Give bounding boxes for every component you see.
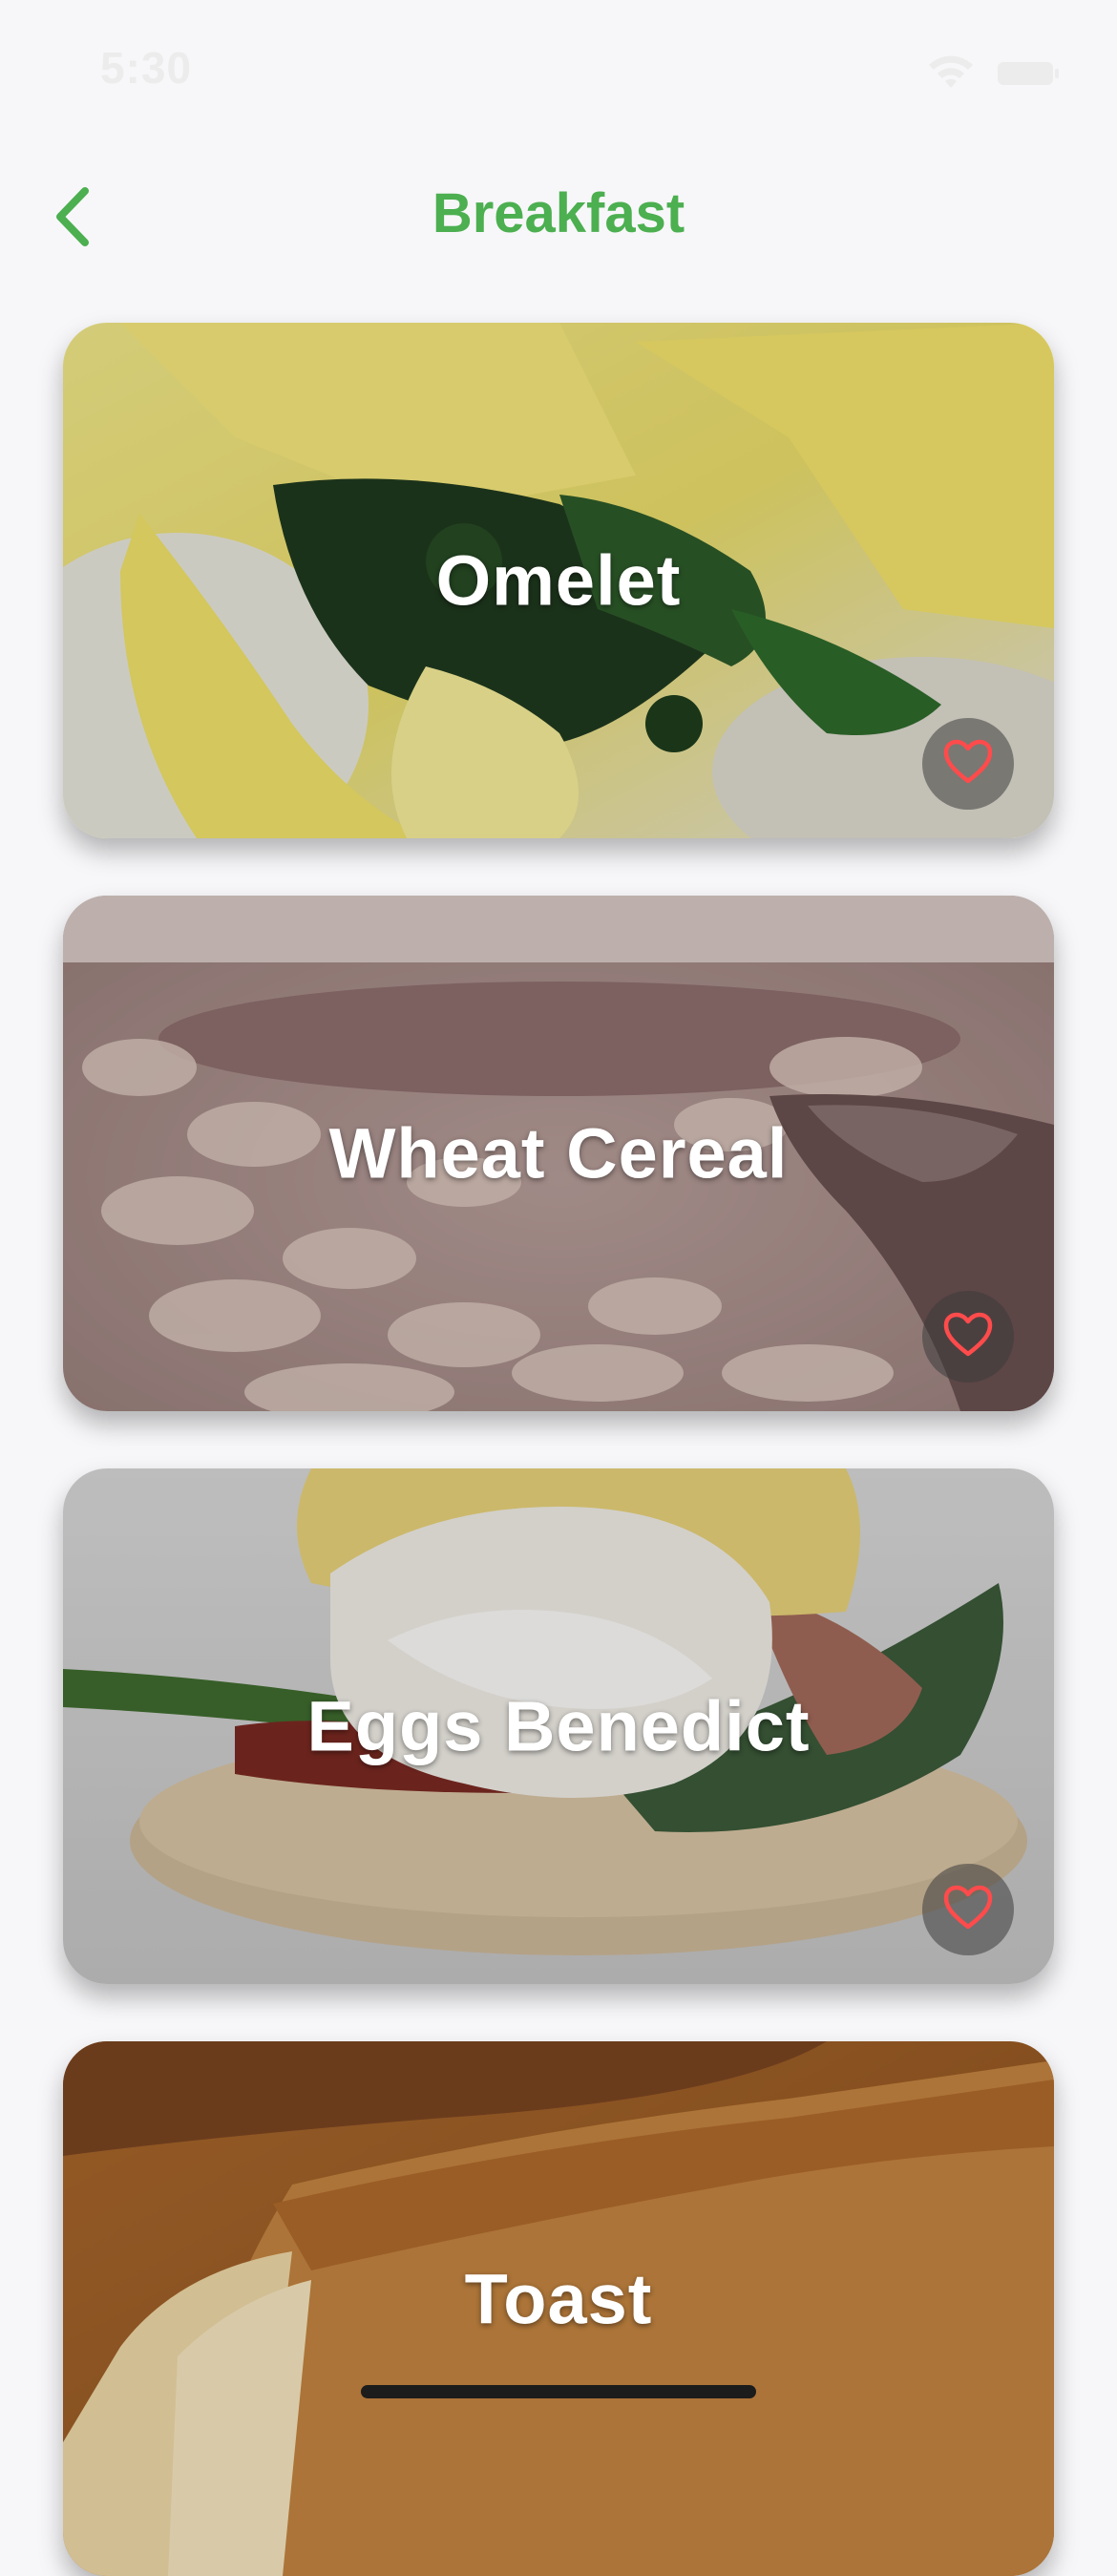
- heart-outline-icon: [942, 738, 994, 791]
- meal-title: Wheat Cereal: [328, 1113, 789, 1193]
- status-icons: [926, 55, 1060, 92]
- meal-title: Toast: [464, 2259, 653, 2339]
- heart-outline-icon: [942, 1884, 994, 1936]
- heart-outline-icon: [942, 1311, 994, 1363]
- meal-card-eggs-benedict[interactable]: Eggs Benedict: [63, 1468, 1054, 1984]
- meal-card-wheat-cereal[interactable]: Wheat Cereal: [63, 896, 1054, 1411]
- home-indicator[interactable]: [361, 2385, 756, 2398]
- wifi-icon: [926, 55, 976, 92]
- meal-title: Eggs Benedict: [306, 1686, 811, 1766]
- favorite-button[interactable]: [922, 1291, 1014, 1383]
- meal-card-omelet[interactable]: Omelet: [63, 323, 1054, 838]
- navigation-bar: Breakfast: [0, 162, 1117, 267]
- meal-title: Omelet: [435, 540, 682, 621]
- battery-icon: [997, 59, 1060, 88]
- favorite-button[interactable]: [922, 718, 1014, 810]
- status-time: 5:30: [100, 43, 193, 93]
- status-bar: 5:30: [0, 0, 1117, 134]
- meal-card-toast[interactable]: Toast: [63, 2041, 1054, 2576]
- page-title: Breakfast: [432, 182, 685, 244]
- favorite-button[interactable]: [922, 1864, 1014, 1955]
